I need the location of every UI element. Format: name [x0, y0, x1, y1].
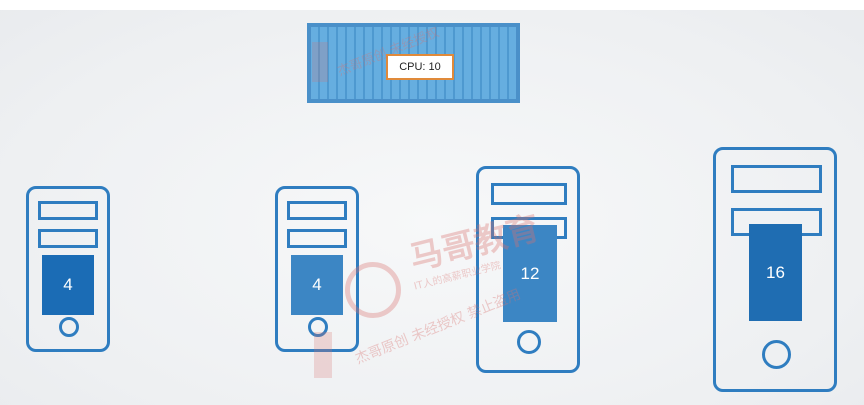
node-2-drive-bay-2 [287, 229, 347, 248]
node-4-drive-bay-1 [731, 165, 822, 193]
node-4: 16 [713, 147, 837, 392]
node-1-power-icon [59, 317, 79, 337]
diagram-canvas: CPU: 10 4 4 12 16 马哥教育 IT人的高薪职业学院 杰哥原创 未… [0, 0, 864, 405]
node-2: 4 [275, 186, 359, 352]
node-4-capacity: 16 [749, 224, 802, 321]
node-2-power-icon [308, 317, 328, 337]
node-4-power-icon [762, 340, 791, 369]
pod-cpu-label: CPU: 10 [386, 54, 454, 80]
node-1-drive-bay-2 [38, 229, 98, 248]
pod-container: CPU: 10 [307, 23, 520, 103]
node-1-capacity: 4 [42, 255, 94, 315]
node-2-capacity: 4 [291, 255, 343, 315]
node-3-power-icon [517, 330, 541, 354]
node-1-drive-bay-1 [38, 201, 98, 220]
node-3-drive-bay-1 [491, 183, 567, 205]
node-3-capacity: 12 [503, 225, 557, 322]
top-strip [0, 0, 864, 10]
node-2-drive-bay-1 [287, 201, 347, 220]
node-1: 4 [26, 186, 110, 352]
node-3: 12 [476, 166, 580, 373]
